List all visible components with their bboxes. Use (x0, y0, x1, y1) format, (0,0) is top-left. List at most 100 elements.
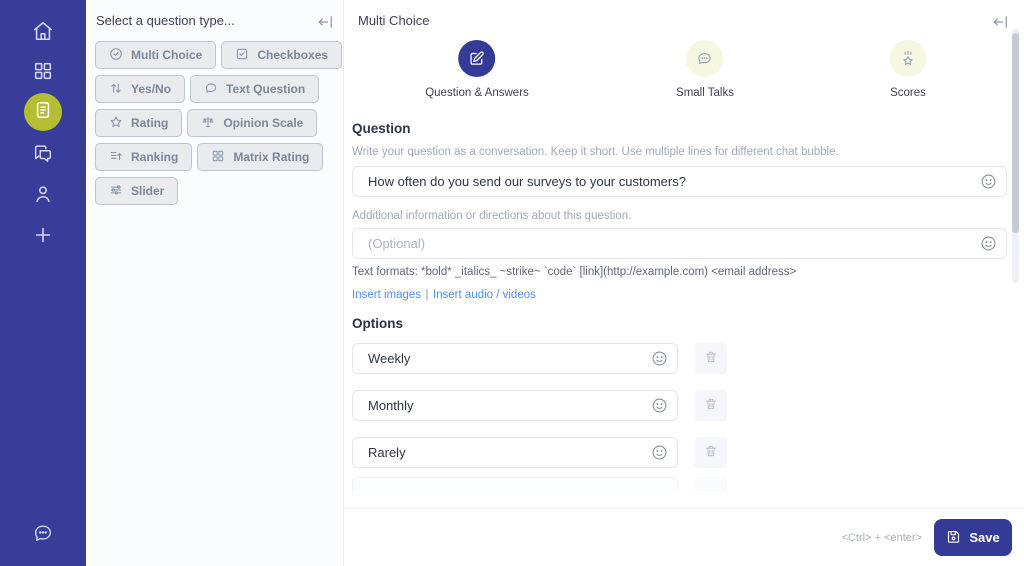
collapse-left-icon (992, 16, 1010, 33)
type-button-yes-no[interactable]: Yes/No (95, 75, 186, 103)
type-button-rating[interactable]: Rating (95, 109, 183, 137)
question-input[interactable] (352, 166, 1007, 197)
type-label: Ranking (131, 150, 179, 164)
question-type-list: Multi Choice Checkboxes Yes/No Text Ques… (95, 41, 343, 205)
question-input-wrap (352, 166, 1007, 197)
type-label: Matrix Rating (233, 150, 310, 164)
main-sidebar (0, 0, 86, 566)
option-emoji-button[interactable] (651, 444, 668, 461)
option-row (352, 437, 678, 468)
smiley-icon (980, 236, 997, 255)
smiley-icon (980, 174, 997, 193)
up-down-arrows-icon (109, 81, 123, 98)
insert-links: Insert images | Insert audio / videos (352, 285, 536, 303)
delete-option-partial (695, 477, 727, 491)
step-label: Question & Answers (425, 87, 529, 99)
type-button-ranking[interactable]: Ranking (95, 143, 193, 171)
question-editor: Multi Choice Question & Answers Small Ta… (344, 0, 1024, 566)
sidebar-item-add-new[interactable] (32, 224, 54, 246)
collapse-panel-button[interactable] (317, 15, 335, 29)
option-input-3[interactable] (352, 437, 678, 468)
editor-footer: <Ctrl> + <enter> Save (344, 508, 1024, 566)
delete-option-3-button[interactable] (695, 437, 727, 468)
step-label: Scores (890, 87, 926, 99)
optional-input-wrap (352, 228, 1007, 259)
option-emoji-button[interactable] (651, 350, 668, 367)
type-button-checkboxes[interactable]: Checkboxes (221, 41, 343, 69)
insert-images-link[interactable]: Insert images (352, 289, 421, 301)
save-button[interactable]: Save (934, 519, 1012, 556)
option-input-1[interactable] (352, 343, 678, 374)
question-helper-text: Write your question as a conversation. K… (352, 146, 839, 158)
insert-media-link[interactable]: Insert audio / videos (433, 289, 536, 301)
option-row (352, 390, 678, 421)
document-icon (33, 100, 53, 125)
option-row (352, 343, 678, 374)
slider-icon (109, 183, 123, 200)
sidebar-item-support-chat[interactable] (32, 522, 54, 544)
grid-icon (211, 149, 225, 166)
scrollbar-thumb[interactable] (1012, 33, 1019, 233)
grid-icon (32, 62, 54, 86)
save-shortcut-hint: <Ctrl> + <enter> (841, 531, 922, 544)
radio-check-icon (109, 47, 123, 64)
plus-icon (32, 227, 54, 250)
type-label: Checkboxes (257, 48, 329, 62)
ranking-list-icon (109, 149, 123, 166)
smiley-icon (651, 351, 668, 370)
type-button-text-question[interactable]: Text Question (190, 75, 320, 103)
option-input-2[interactable] (352, 390, 678, 421)
sidebar-item-conversations[interactable] (32, 142, 54, 164)
type-label: Rating (131, 116, 169, 130)
option-row-partial (352, 477, 678, 491)
chat-dots-icon (32, 525, 54, 548)
sidebar-item-home[interactable] (32, 20, 54, 42)
collapse-editor-button[interactable] (992, 15, 1010, 29)
type-button-slider[interactable]: Slider (95, 177, 179, 205)
type-label: Text Question (226, 82, 306, 96)
delete-option-1-button[interactable] (695, 343, 727, 374)
sidebar-item-surveys-active[interactable] (24, 93, 62, 131)
text-formats-hint: Text formats: *bold* _italics_ ~strike~ … (352, 266, 797, 278)
delete-option-2-button[interactable] (695, 390, 727, 421)
type-label: Slider (131, 184, 165, 198)
panel-title: Select a question type... (96, 13, 235, 28)
type-button-matrix-rating[interactable]: Matrix Rating (197, 143, 324, 171)
option-emoji-button[interactable] (651, 397, 668, 414)
person-icon (32, 186, 54, 209)
scale-icon (201, 115, 215, 132)
type-label: Yes/No (131, 82, 172, 96)
home-icon (32, 21, 54, 46)
optional-emoji-button[interactable] (980, 235, 997, 252)
step-question-answers[interactable]: Question & Answers (425, 40, 529, 99)
score-star-icon (889, 40, 927, 77)
type-label: Opinion Scale (223, 116, 304, 130)
question-type-panel: Select a question type... Multi Choice C… (86, 0, 344, 566)
type-button-multi-choice[interactable]: Multi Choice (95, 41, 217, 69)
question-heading: Question (352, 121, 411, 136)
chat-bubble-icon (204, 81, 218, 98)
star-icon (109, 115, 123, 132)
edit-icon (458, 40, 496, 77)
type-label: Multi Choice (131, 48, 203, 62)
floppy-disk-icon (946, 529, 961, 547)
step-scores[interactable]: Scores (889, 40, 927, 99)
checkbox-icon (235, 47, 249, 64)
additional-helper-text: Additional information or directions abo… (352, 210, 632, 222)
step-small-talks[interactable]: Small Talks (676, 40, 734, 99)
optional-info-input[interactable] (352, 228, 1007, 259)
smiley-icon (651, 445, 668, 464)
chat-dots-icon (686, 40, 724, 77)
trash-icon (704, 444, 718, 461)
options-heading: Options (352, 316, 403, 331)
step-label: Small Talks (676, 87, 734, 99)
collapse-left-icon (317, 16, 335, 33)
sidebar-item-dashboard[interactable] (32, 60, 54, 82)
question-emoji-button[interactable] (980, 173, 997, 190)
trash-icon (704, 397, 718, 414)
editor-title: Multi Choice (358, 13, 430, 28)
sidebar-item-contacts[interactable] (32, 183, 54, 205)
type-button-opinion-scale[interactable]: Opinion Scale (187, 109, 318, 137)
save-label: Save (969, 530, 1000, 545)
chat-duo-icon (32, 145, 54, 168)
